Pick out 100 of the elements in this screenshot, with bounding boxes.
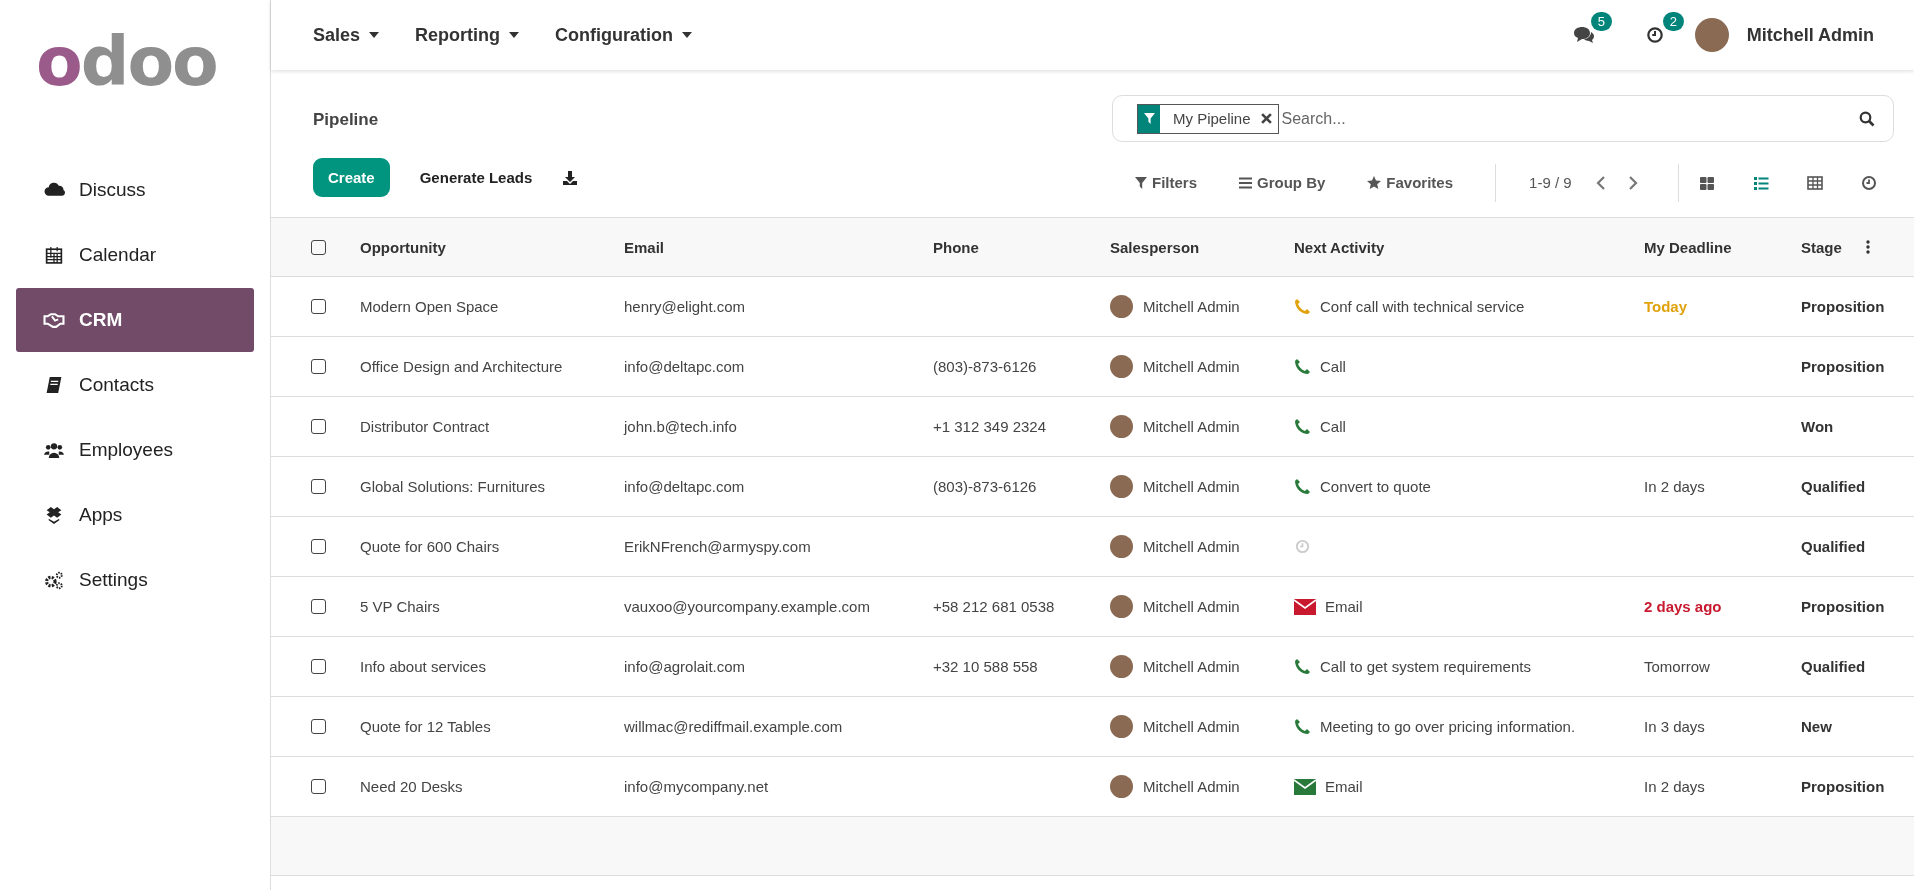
column-header[interactable]: Stage (1801, 238, 1842, 256)
avatar (1110, 715, 1133, 738)
row-checkbox[interactable] (311, 779, 326, 794)
users-icon (43, 440, 65, 460)
search-option-button[interactable]: Filters (1135, 174, 1197, 191)
caret-icon (682, 32, 693, 38)
activity-cell: Convert to quote (1320, 478, 1431, 495)
activity-cell: Email (1325, 598, 1363, 615)
row-checkbox[interactable] (311, 659, 326, 674)
activity-cell: Conf call with technical service (1320, 298, 1525, 315)
email-cell: henry@elight.com (624, 298, 746, 315)
email-cell: info@deltapc.com (624, 478, 745, 495)
stage-cell: Qualified (1801, 538, 1866, 555)
lines-icon (1239, 176, 1252, 189)
menu-item[interactable]: Configuration (555, 24, 693, 46)
sidebar-item[interactable]: Apps (16, 491, 254, 539)
opportunity-cell: Distributor Contract (360, 418, 490, 435)
sidebar-item[interactable]: Discuss (16, 166, 254, 214)
menu-item[interactable]: Sales (313, 24, 380, 46)
stage-cell: Proposition (1801, 778, 1885, 795)
activity-cell: Call (1320, 418, 1346, 435)
phone-icon[interactable] (1294, 478, 1311, 495)
avatar (1110, 415, 1133, 438)
row-checkbox[interactable] (311, 719, 326, 734)
opportunity-cell: Need 20 Desks (360, 778, 463, 795)
menu-item[interactable]: Reporting (415, 24, 520, 46)
chevron-right-icon[interactable] (1627, 175, 1638, 190)
column-header[interactable]: Opportunity (360, 238, 446, 256)
email-cell: info@mycompany.net (624, 778, 769, 795)
generate-leads-button[interactable]: Generate Leads (419, 169, 533, 186)
phone-icon[interactable] (1294, 658, 1311, 675)
select-all-checkbox[interactable] (311, 239, 326, 255)
envelope-icon[interactable] (1294, 778, 1316, 795)
column-header[interactable]: Next Activity (1294, 238, 1385, 256)
column-header[interactable]: Email (624, 238, 665, 256)
deadline-cell: In 2 days (1644, 478, 1705, 495)
phone-cell: +1 312 349 2324 (933, 418, 1047, 435)
sidebar-item[interactable]: Employees (16, 426, 254, 474)
chat-icon[interactable] (1572, 25, 1595, 45)
sidebar-item[interactable]: Settings (16, 556, 254, 604)
stage-cell: Qualified (1801, 658, 1866, 675)
column-header[interactable]: Salesperson (1110, 238, 1200, 256)
sidebar-item[interactable]: CRM (16, 288, 254, 352)
avatar (1110, 535, 1133, 558)
salesperson-cell: Mitchell Admin (1143, 478, 1240, 495)
opportunity-cell: 5 VP Chairs (360, 598, 440, 615)
salesperson-cell: Mitchell Admin (1143, 658, 1240, 675)
phone-icon[interactable] (1294, 358, 1311, 375)
column-header[interactable]: My Deadline (1644, 238, 1732, 256)
breadcrumb: Pipeline (313, 110, 380, 130)
search-icon[interactable] (1859, 110, 1875, 127)
row-checkbox[interactable] (311, 359, 326, 374)
column-header[interactable]: Phone (933, 238, 979, 256)
download-icon[interactable] (562, 169, 579, 186)
sidebar-item[interactable]: Contacts (16, 361, 254, 409)
deadline-cell: In 2 days (1644, 778, 1705, 795)
calendar-icon (43, 245, 65, 265)
user-avatar[interactable] (1694, 18, 1729, 52)
clock-icon[interactable] (1644, 25, 1665, 45)
activity-cell: Meeting to go over pricing information. (1320, 718, 1576, 735)
activity-cell: Call to get system requirements (1320, 658, 1531, 675)
row-checkbox[interactable] (311, 419, 326, 434)
phone-icon[interactable] (1294, 718, 1311, 735)
pager-value[interactable]: 1-9 / 9 (1529, 174, 1572, 191)
activity-cell: Call (1320, 358, 1346, 375)
phone-cell: (803)-873-6126 (933, 478, 1037, 495)
filter-icon (1135, 176, 1147, 189)
logo: odoo (36, 28, 217, 96)
deadline-cell: Tomorrow (1644, 658, 1710, 675)
envelope-icon[interactable] (1294, 598, 1316, 615)
row-checkbox[interactable] (311, 539, 326, 554)
salesperson-cell: Mitchell Admin (1143, 538, 1240, 555)
stage-cell: Proposition (1801, 298, 1885, 315)
avatar (1110, 475, 1133, 498)
avatar (1110, 655, 1133, 678)
search-option-button[interactable]: Favorites (1367, 174, 1454, 191)
search-option-button[interactable]: Group By (1239, 174, 1326, 191)
chevron-left-icon[interactable] (1595, 175, 1606, 190)
salesperson-cell: Mitchell Admin (1143, 298, 1240, 315)
stage-cell: Proposition (1801, 598, 1885, 615)
salesperson-cell: Mitchell Admin (1143, 598, 1240, 615)
row-checkbox[interactable] (311, 299, 326, 314)
salesperson-cell: Mitchell Admin (1143, 418, 1240, 435)
row-checkbox[interactable] (311, 599, 326, 614)
search-field[interactable]: My Pipeline Search... (1112, 95, 1894, 142)
stage-cell: New (1801, 718, 1832, 735)
user-name[interactable]: Mitchell Admin (1746, 24, 1874, 46)
star-icon (1367, 176, 1382, 189)
create-button[interactable]: Create (313, 158, 390, 197)
row-checkbox[interactable] (311, 479, 326, 494)
phone-icon[interactable] (1294, 418, 1311, 435)
sidebar-item[interactable]: Calendar (16, 231, 254, 279)
caret-icon (509, 32, 520, 38)
kebab-icon[interactable] (1865, 240, 1870, 254)
close-icon[interactable] (1260, 113, 1272, 124)
email-cell: ErikNFrench@armyspy.com (624, 538, 811, 555)
filter-icon (1143, 113, 1155, 124)
filter-facet[interactable]: My Pipeline (1137, 103, 1279, 134)
avatar (1110, 775, 1133, 798)
email-cell: vauxoo@yourcompany.example.com (624, 598, 870, 615)
